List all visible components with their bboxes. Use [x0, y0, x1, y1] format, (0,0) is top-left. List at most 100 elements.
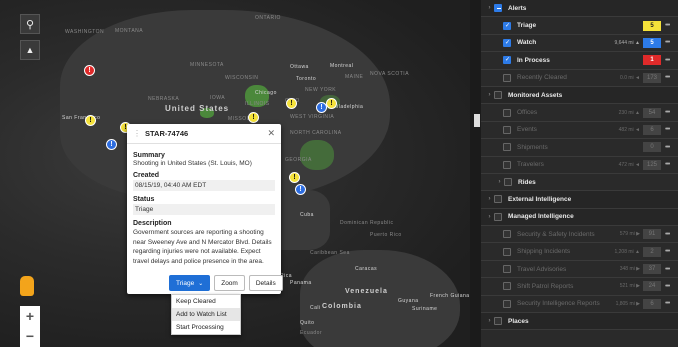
chevron-right-icon[interactable]: ›: [485, 214, 494, 220]
more-options-icon[interactable]: •••: [665, 266, 673, 273]
alert-marker-triage[interactable]: !: [85, 115, 96, 126]
more-options-icon[interactable]: •••: [665, 22, 673, 29]
status-value: Triage: [133, 204, 275, 215]
zoom-control: + −: [20, 306, 40, 347]
menu-item-add-to-watch-list[interactable]: Add to Watch List: [172, 308, 240, 321]
layer-row[interactable]: Security Intelligence Reports 1,805 mi ▶ 6…: [481, 296, 678, 314]
layer-row[interactable]: Travel Advisories 348 mi ▶ 37 •••: [481, 261, 678, 279]
layer-checkbox[interactable]: [503, 38, 511, 47]
menu-item-start-processing[interactable]: Start Processing: [172, 321, 240, 334]
search-icon[interactable]: ⚲: [20, 14, 40, 34]
layer-label: Security Intelligence Reports: [517, 300, 600, 308]
layer-distance: 521 mi ▶: [619, 283, 640, 290]
chevron-right-icon[interactable]: ›: [495, 179, 504, 185]
chevron-right-icon[interactable]: ›: [485, 5, 494, 11]
layer-row[interactable]: Events 482 mi ◄ 6 •••: [481, 122, 678, 140]
layer-count-badge: 91: [643, 229, 661, 240]
layer-section-row[interactable]: › External Intelligence: [481, 191, 678, 209]
layer-section-row[interactable]: › Monitored Assets: [481, 86, 678, 105]
layer-checkbox[interactable]: [503, 230, 511, 239]
layer-row[interactable]: Security & Safety Incidents 579 mi ▶ 91 •••: [481, 226, 678, 244]
layer-checkbox[interactable]: [503, 73, 511, 82]
layer-row[interactable]: Watch 9,644 mi ▲5 •••: [481, 35, 678, 53]
more-options-icon[interactable]: •••: [665, 231, 673, 238]
map-label: MONTANA: [115, 28, 144, 34]
layer-section-row[interactable]: › Rides: [481, 174, 678, 192]
map-label: IOWA: [210, 95, 226, 101]
layer-checkbox[interactable]: [503, 21, 511, 30]
layer-section-row[interactable]: › Places: [481, 313, 678, 331]
more-options-icon[interactable]: •••: [665, 283, 673, 290]
layer-row[interactable]: Shift Patrol Reports 521 mi ▶ 24 •••: [481, 278, 678, 296]
more-options-icon[interactable]: •••: [665, 161, 673, 168]
layer-checkbox[interactable]: [503, 299, 511, 308]
close-icon[interactable]: ✕: [267, 128, 275, 139]
layer-label: Rides: [518, 178, 536, 186]
alert-marker-watch[interactable]: !: [106, 139, 117, 150]
layer-checkbox[interactable]: [504, 178, 512, 187]
layer-row[interactable]: Travelers 472 mi ◄ 125 •••: [481, 157, 678, 174]
more-options-icon[interactable]: •••: [665, 57, 673, 64]
menu-item-keep-cleared[interactable]: Keep Cleared: [172, 295, 240, 308]
drag-handle-icon[interactable]: ⋮: [133, 129, 141, 138]
map-label: WISCONSIN: [225, 75, 259, 81]
layer-row[interactable]: Recently Cleared 0.0 mi ◄ 173 •••: [481, 70, 678, 87]
map-label: NEW YORK: [305, 87, 337, 93]
chevron-right-icon[interactable]: ›: [485, 318, 494, 324]
alert-marker-watch[interactable]: !: [295, 184, 306, 195]
alert-marker-triage[interactable]: !: [289, 172, 300, 183]
alert-marker-triage[interactable]: !: [326, 98, 337, 109]
panel-resize-handle[interactable]: [474, 114, 480, 127]
layer-checkbox[interactable]: [503, 56, 511, 65]
layer-row[interactable]: Offices 230 mi ▲ 54 •••: [481, 104, 678, 122]
more-options-icon[interactable]: •••: [665, 248, 673, 255]
more-options-icon[interactable]: •••: [665, 144, 673, 151]
chevron-right-icon[interactable]: ›: [485, 92, 494, 98]
more-options-icon[interactable]: •••: [665, 109, 673, 116]
map-label: Guyana: [398, 298, 419, 304]
layer-checkbox[interactable]: [494, 4, 502, 13]
layer-section-row[interactable]: › Alerts: [481, 0, 678, 18]
alert-marker-in-process[interactable]: !: [84, 65, 95, 76]
layer-label: Watch: [517, 39, 537, 47]
more-options-icon[interactable]: •••: [665, 74, 673, 81]
map-label: NOVA SCOTIA: [370, 71, 410, 77]
layer-section-row[interactable]: › Managed Intelligence: [481, 208, 678, 227]
layer-checkbox[interactable]: [503, 160, 511, 169]
layer-row[interactable]: Shipping Incidents 1,208 mi ▲ 2 •••: [481, 243, 678, 261]
layer-count-badge: 5: [643, 20, 661, 31]
created-value: 08/15/19, 04:40 AM EDT: [133, 180, 275, 191]
layer-checkbox[interactable]: [503, 247, 511, 256]
layer-checkbox[interactable]: [503, 108, 511, 117]
layer-checkbox[interactable]: [494, 212, 502, 221]
layer-checkbox[interactable]: [503, 143, 511, 152]
layer-checkbox[interactable]: [503, 125, 511, 134]
triage-button[interactable]: Triage ⌄: [169, 275, 211, 291]
layer-checkbox[interactable]: [494, 195, 502, 204]
zoom-in-button[interactable]: +: [20, 306, 40, 326]
map-label-country: United States: [165, 104, 230, 113]
layer-row[interactable]: Triage 5 •••: [481, 17, 678, 35]
chevron-right-icon[interactable]: ›: [485, 196, 494, 202]
layer-count-badge: 173: [643, 72, 661, 83]
zoom-button[interactable]: Zoom: [214, 275, 245, 291]
layer-row[interactable]: Shipments 0 •••: [481, 139, 678, 157]
layer-checkbox[interactable]: [503, 265, 511, 274]
details-button[interactable]: Details: [248, 275, 283, 291]
zoom-out-button[interactable]: −: [20, 326, 40, 346]
layer-checkbox[interactable]: [503, 282, 511, 291]
terrain-icon[interactable]: ▲: [20, 40, 40, 60]
layer-checkbox[interactable]: [494, 317, 502, 326]
map-label: Dominican Republic: [340, 220, 394, 226]
more-options-icon[interactable]: •••: [665, 39, 673, 46]
layer-label: Triage: [517, 22, 537, 30]
layer-count-badge: 54: [643, 107, 661, 118]
more-options-icon[interactable]: •••: [665, 126, 673, 133]
more-options-icon[interactable]: •••: [665, 300, 673, 307]
alert-marker-triage[interactable]: !: [248, 112, 259, 123]
layer-checkbox[interactable]: [494, 91, 502, 100]
layer-row[interactable]: In Process 1 •••: [481, 52, 678, 70]
street-view-pegman-icon[interactable]: [20, 276, 34, 296]
alert-marker-triage[interactable]: !: [286, 98, 297, 109]
popup-header[interactable]: ⋮ STAR-74746 ✕: [127, 124, 281, 144]
